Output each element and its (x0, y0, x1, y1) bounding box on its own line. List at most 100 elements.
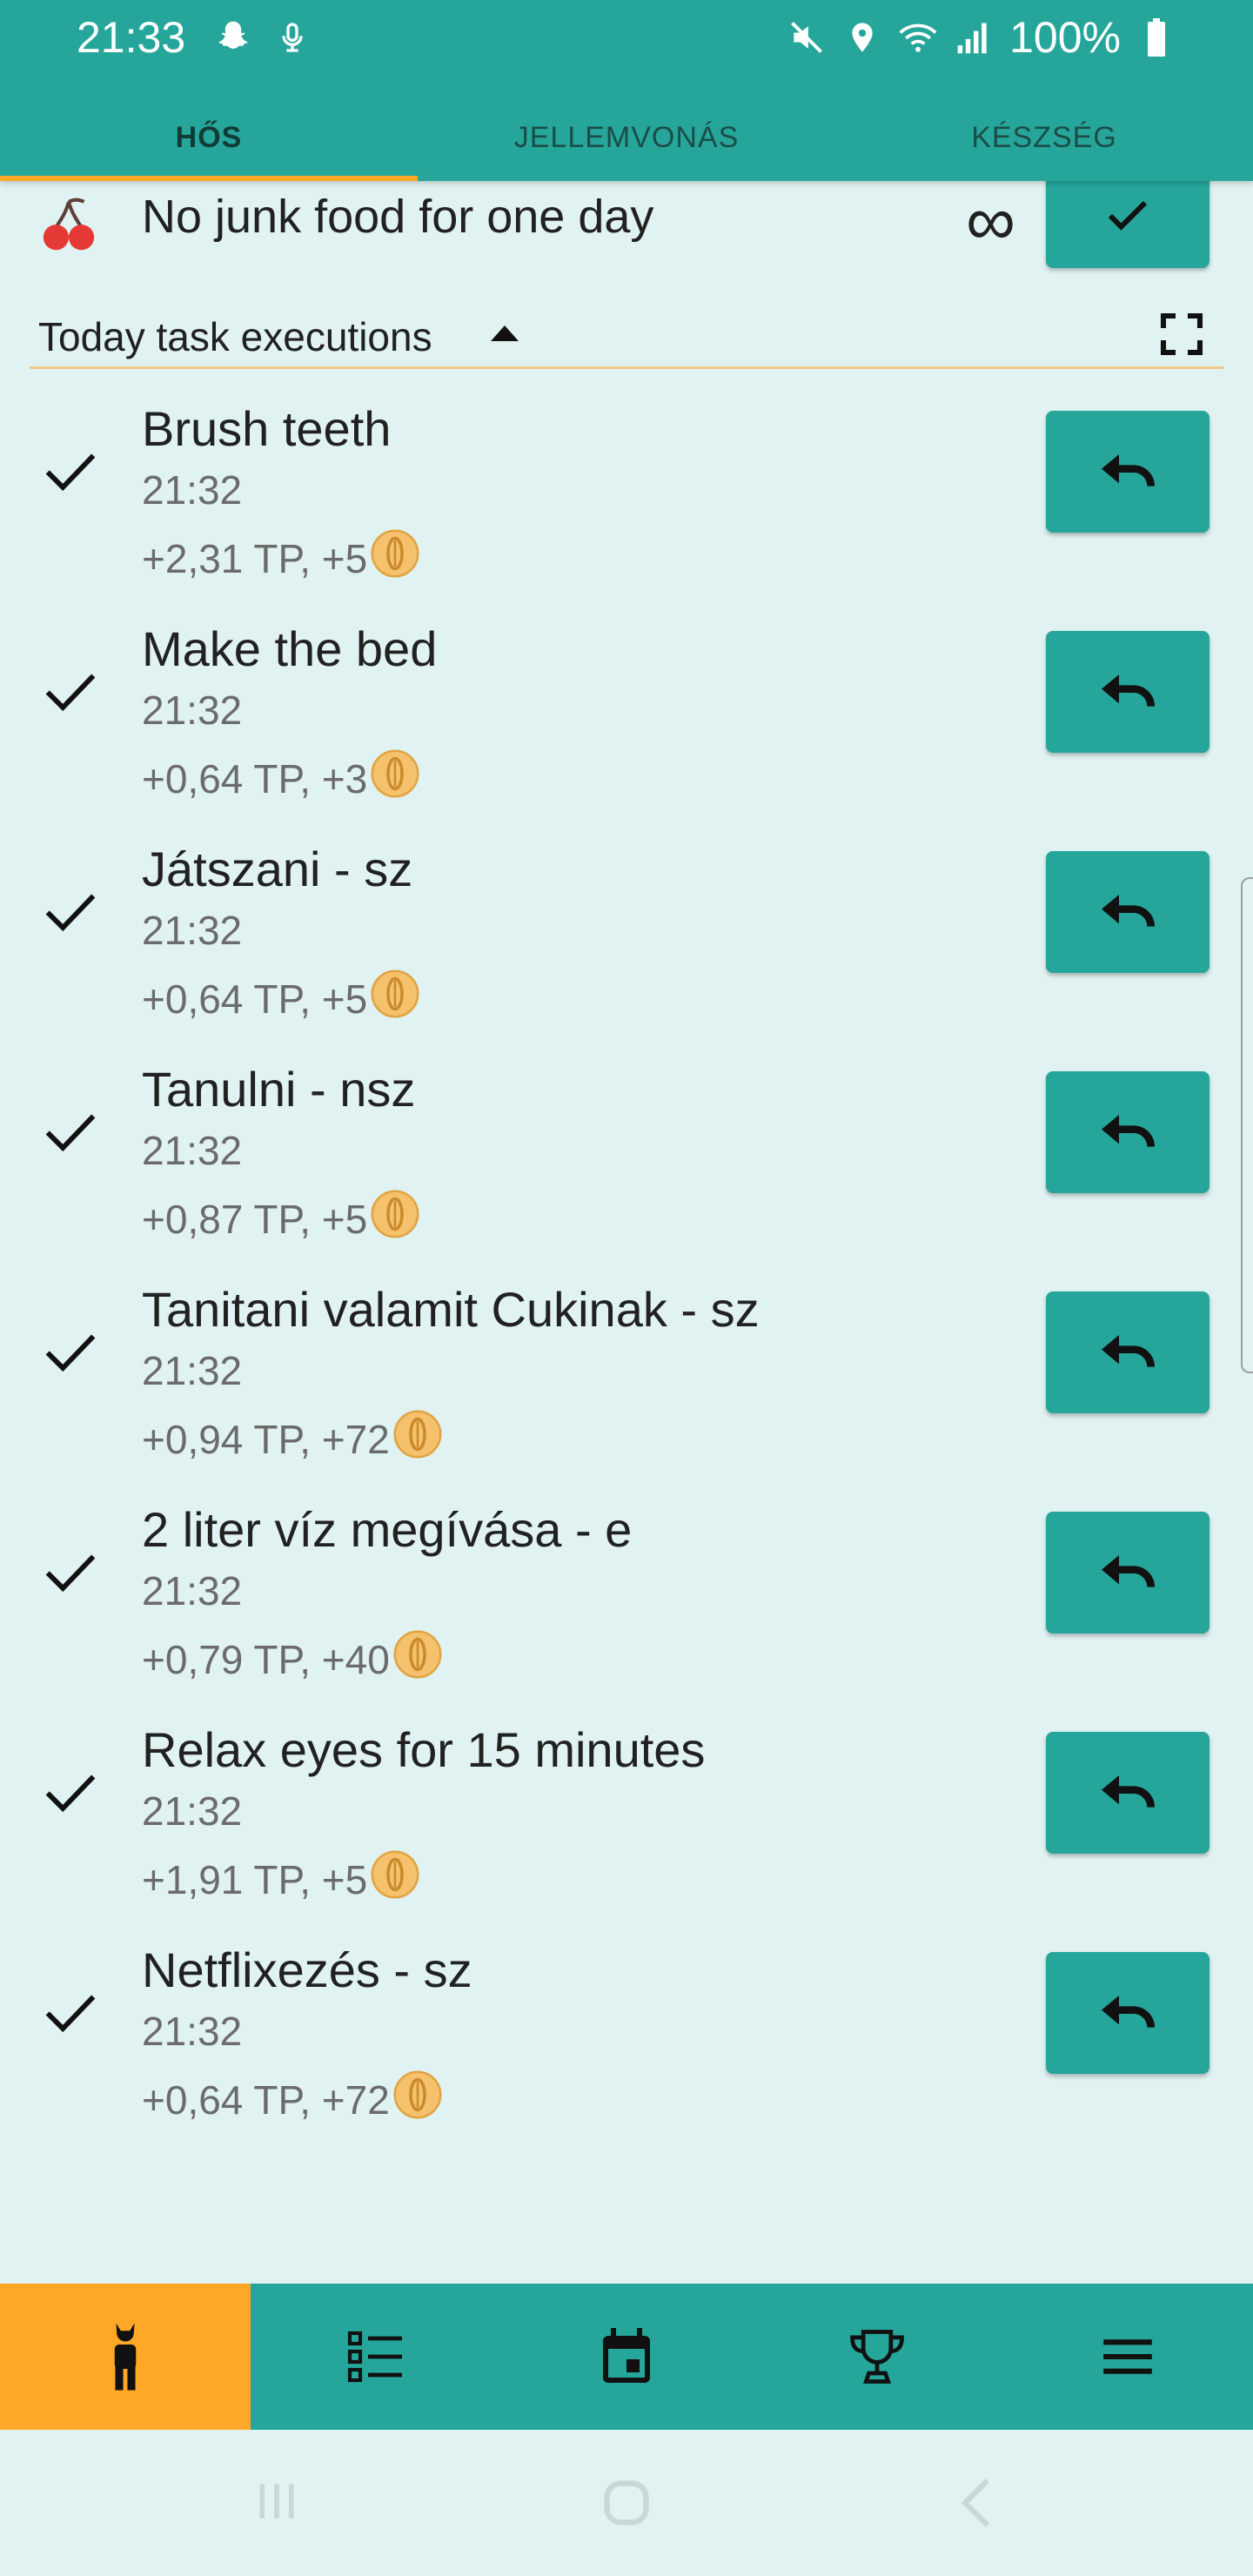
scroll-handle[interactable] (1241, 877, 1253, 1373)
snapchat-ghost-icon (213, 17, 253, 57)
undo-icon (1102, 1335, 1155, 1368)
signal-icon (954, 17, 994, 57)
main-content: No junk food for one day ∞ Today task ex… (0, 181, 1253, 2284)
task-execution-list: Brush teeth 21:32 +2,31 TP, +5 Make the … (0, 386, 1253, 2148)
task-time: 21:32 (142, 2009, 243, 2054)
undo-icon (1102, 1775, 1155, 1808)
task-title: 2 liter víz megívása - e (142, 1502, 633, 1557)
task-reward-text: +0,64 TP, +72 (142, 2076, 390, 2123)
undo-icon (1102, 895, 1155, 928)
task-reward: +0,64 TP, +5 (142, 968, 421, 1030)
hero-icon (114, 2323, 137, 2391)
task-title: Tanulni - nsz (142, 1062, 416, 1117)
undo-button[interactable] (1046, 1952, 1209, 2074)
task-title: Brush teeth (142, 401, 392, 456)
task-reward: +0,64 TP, +72 (142, 2069, 444, 2130)
task-reward: +0,64 TP, +3 (142, 748, 421, 809)
check-icon (40, 661, 101, 726)
coin-icon (369, 1188, 421, 1250)
menu-icon (1103, 2339, 1152, 2374)
task-reward-text: +0,64 TP, +5 (142, 976, 368, 1022)
task-reward: +0,94 TP, +72 (142, 1408, 444, 1470)
list-item: Játszani - sz 21:32 +0,64 TP, +5 (0, 827, 1253, 1047)
task-time: 21:32 (142, 688, 243, 733)
tab-trait[interactable]: JELLEMVONÁS (418, 94, 835, 181)
list-item: 2 liter víz megívása - e 21:32 +0,79 TP,… (0, 1487, 1253, 1707)
battery-percent: 100% (1009, 13, 1121, 62)
battery-icon (1136, 17, 1176, 57)
check-icon (1108, 200, 1148, 231)
list-item: Relax eyes for 15 minutes 21:32 +1,91 TP… (0, 1707, 1253, 1928)
coin-icon (392, 1628, 444, 1690)
check-icon (40, 1321, 101, 1386)
tab-bar: HŐS JELLEMVONÁS KÉSZSÉG (0, 94, 1253, 181)
list-item: Netflixezés - sz 21:32 +0,64 TP, +72 (0, 1928, 1253, 2148)
location-icon (842, 17, 882, 57)
list-item: Tanulni - nsz 21:32 +0,87 TP, +5 (0, 1047, 1253, 1267)
task-reward: +0,79 TP, +40 (142, 1628, 444, 1690)
check-icon (40, 1541, 101, 1607)
home-icon[interactable] (599, 2475, 654, 2535)
task-reward-text: +0,79 TP, +40 (142, 1636, 390, 1682)
task-reward: +1,91 TP, +5 (142, 1848, 421, 1910)
undo-button[interactable] (1046, 1732, 1209, 1854)
task-reward-text: +0,64 TP, +3 (142, 755, 368, 802)
recent-apps-icon[interactable] (252, 2475, 301, 2532)
nav-calendar[interactable] (501, 2284, 752, 2430)
task-time: 21:32 (142, 467, 243, 513)
undo-button[interactable] (1046, 1291, 1209, 1413)
back-icon[interactable] (955, 2475, 997, 2535)
undo-icon (1102, 454, 1155, 487)
coin-icon (392, 2069, 444, 2130)
undo-icon (1102, 1996, 1155, 2029)
undo-icon (1102, 1555, 1155, 1588)
undo-button[interactable] (1046, 631, 1209, 753)
undo-button[interactable] (1046, 851, 1209, 973)
task-time: 21:32 (142, 1128, 243, 1173)
status-system-icons: 100% (787, 12, 1176, 63)
tab-hero[interactable]: HŐS (0, 94, 418, 181)
coin-icon (369, 527, 421, 589)
task-reward: +0,87 TP, +5 (142, 1188, 421, 1250)
nav-hero[interactable] (0, 2284, 251, 2430)
coin-icon (392, 1408, 444, 1470)
coin-icon (369, 1848, 421, 1910)
status-bar: 21:33 100% (0, 0, 1253, 77)
active-task-title: No junk food for one day (142, 191, 654, 243)
task-title: Tanitani valamit Cukinak - sz (142, 1282, 760, 1337)
nav-menu[interactable] (1002, 2284, 1253, 2430)
check-icon (40, 1761, 101, 1827)
status-notification-icons (213, 17, 312, 57)
mute-icon (787, 17, 827, 57)
infinity-icon: ∞ (966, 182, 1016, 259)
microphone-icon (272, 17, 312, 57)
task-title: Relax eyes for 15 minutes (142, 1722, 706, 1777)
fullscreen-icon[interactable] (1157, 310, 1206, 363)
list-item: Tanitani valamit Cukinak - sz 21:32 +0,9… (0, 1267, 1253, 1487)
undo-button[interactable] (1046, 1512, 1209, 1633)
nav-achievements[interactable] (752, 2284, 1002, 2430)
task-title: Netflixezés - sz (142, 1942, 472, 1997)
task-reward-text: +2,31 TP, +5 (142, 535, 368, 581)
active-task-row: No junk food for one day ∞ (0, 181, 1253, 268)
check-icon (40, 1101, 101, 1166)
calendar-icon (603, 2328, 650, 2383)
undo-button[interactable] (1046, 1071, 1209, 1193)
status-time: 21:33 (77, 13, 186, 62)
undo-icon (1102, 1115, 1155, 1148)
today-executions-header[interactable]: Today task executions (30, 285, 1223, 369)
caret-up-icon[interactable] (489, 322, 520, 347)
section-title: Today task executions (38, 314, 432, 359)
system-navigation-bar (0, 2430, 1253, 2576)
task-time: 21:32 (142, 908, 243, 953)
task-reward-text: +0,87 TP, +5 (142, 1196, 368, 1242)
nav-tasks[interactable] (251, 2284, 501, 2430)
list-item: Brush teeth 21:32 +2,31 TP, +5 (0, 386, 1253, 607)
tab-skill[interactable]: KÉSZSÉG (835, 94, 1253, 181)
wifi-icon (898, 17, 938, 57)
complete-task-button[interactable] (1046, 181, 1209, 268)
task-list-icon (347, 2331, 402, 2383)
task-time: 21:32 (142, 1348, 243, 1393)
task-reward: +2,31 TP, +5 (142, 527, 421, 589)
undo-button[interactable] (1046, 411, 1209, 533)
